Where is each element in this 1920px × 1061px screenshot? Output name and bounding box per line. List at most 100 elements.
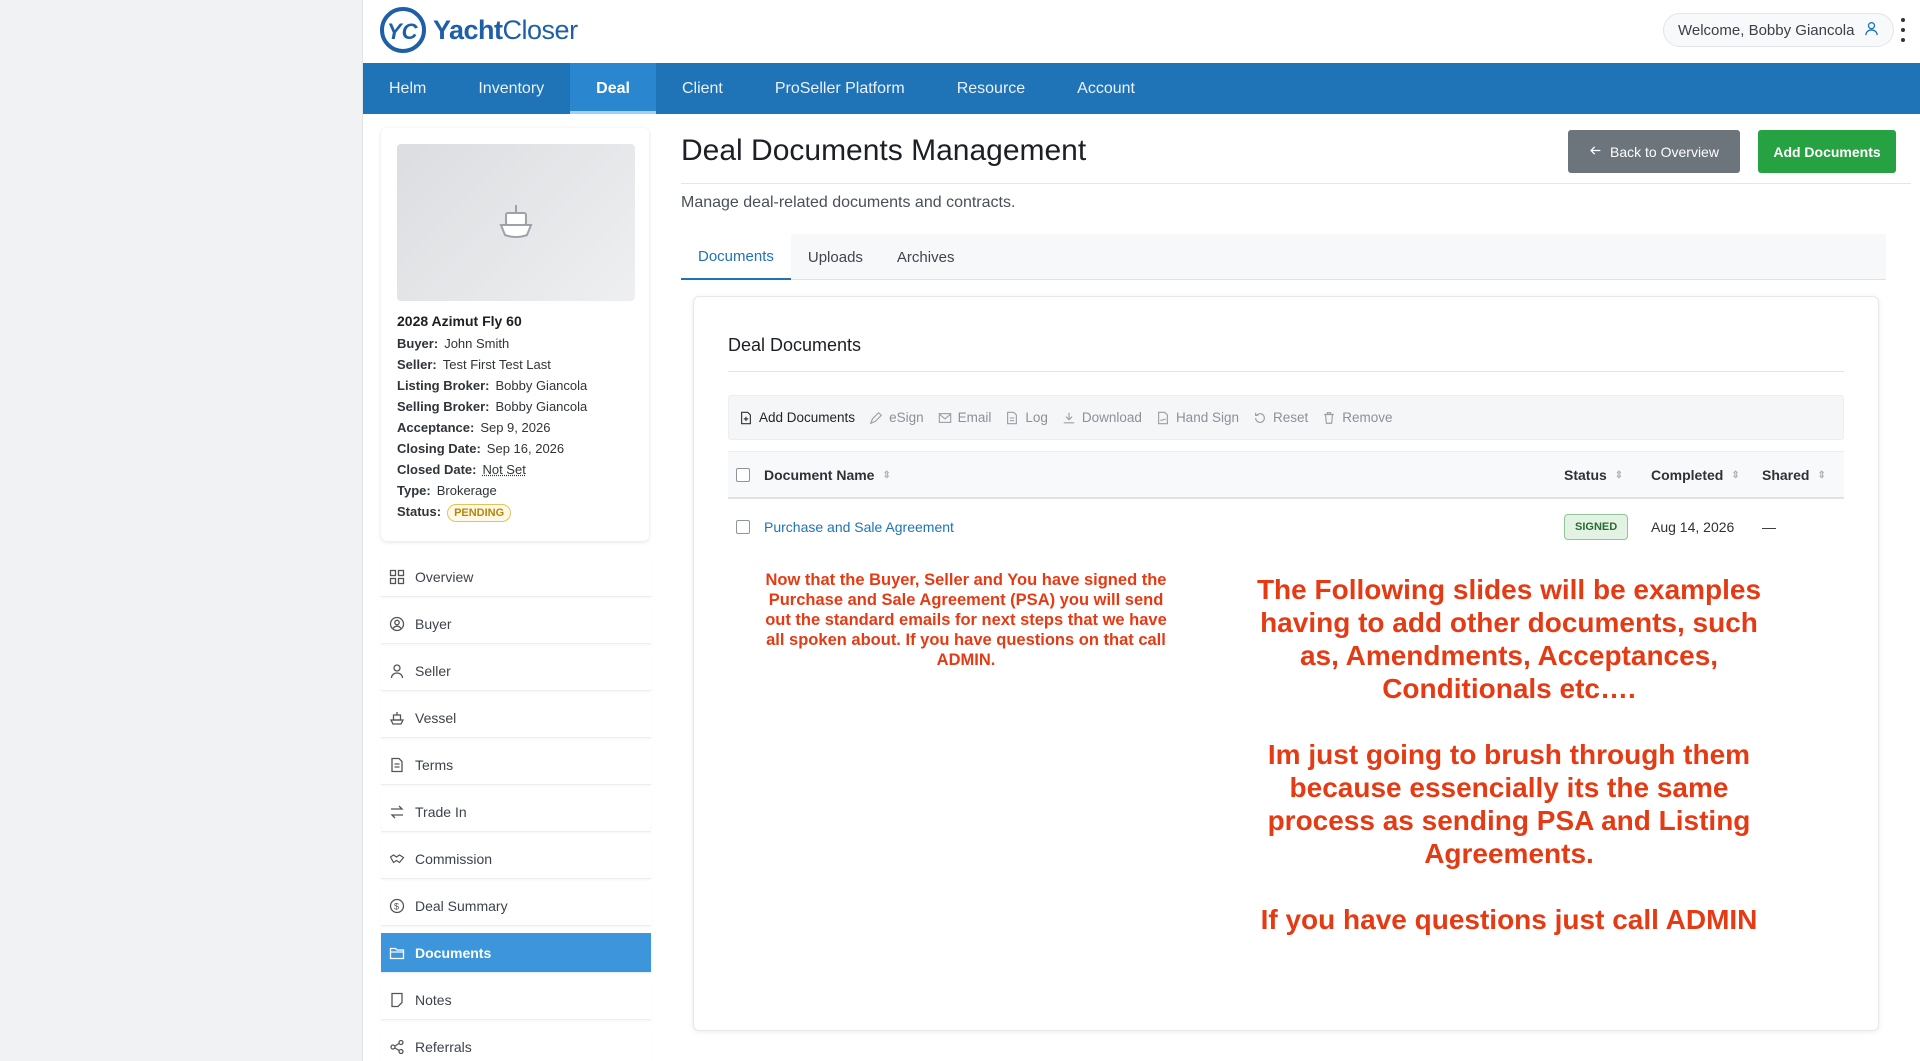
nav-item-client[interactable]: Client	[656, 63, 749, 114]
acceptance-row: Acceptance: Sep 9, 2026	[397, 420, 551, 435]
sidebar-item-deal-summary[interactable]: $ Deal Summary	[381, 886, 651, 926]
sidebar-item-buyer[interactable]: Buyer	[381, 604, 651, 644]
toolbar-hand-sign[interactable]: Hand Sign	[1156, 410, 1239, 425]
vessel-summary-card: 2028 Azimut Fly 60 Buyer: John Smith Sell…	[381, 128, 649, 541]
user-icon	[390, 663, 404, 678]
sort-icon: ⇕	[882, 469, 891, 481]
type-row: Type: Brokerage	[397, 483, 497, 498]
user-circle-icon	[389, 616, 405, 631]
swap-icon	[390, 805, 404, 818]
page-subtitle: Manage deal-related documents and contra…	[681, 194, 1016, 211]
sidebar-item-documents[interactable]: Documents	[381, 933, 651, 973]
vessel-image-placeholder	[397, 144, 635, 301]
toolbar-add-documents[interactable]: Add Documents	[739, 410, 855, 425]
signed-badge: SIGNED	[1564, 513, 1629, 540]
sort-icon: ⇕	[1614, 469, 1624, 481]
user-menu[interactable]: Welcome, Bobby Giancola	[1663, 13, 1895, 47]
nav-item-deal[interactable]: Deal	[570, 63, 656, 114]
table-header: Document Name ⇕ Status ⇕ Completed ⇕ Shared…	[728, 451, 1844, 499]
status-badge: PENDING	[447, 504, 512, 522]
pen-icon	[869, 411, 883, 424]
toolbar-download[interactable]: Download	[1062, 410, 1142, 425]
nav-item-resource[interactable]: Resource	[931, 63, 1051, 114]
tab-archives[interactable]: Archives	[880, 234, 972, 280]
sidebar-item-trade-in[interactable]: Trade In	[381, 792, 651, 832]
nav-item-helm[interactable]: Helm	[363, 63, 452, 114]
nav-item-account[interactable]: Account	[1051, 63, 1161, 114]
annotation-right-2: Im just going to brush through them beca…	[1267, 739, 1751, 869]
logo-text: YachtCloser	[433, 14, 578, 45]
svg-text:$: $	[394, 901, 399, 911]
shared-value: —	[1762, 518, 1776, 535]
toolbar-remove[interactable]: Remove	[1322, 410, 1393, 425]
selling-broker-row: Selling Broker: Bobby Giancola	[397, 399, 588, 414]
page-title: Deal Documents Management	[681, 134, 1087, 167]
add-documents-button[interactable]: Add Documents	[1758, 130, 1896, 173]
header-status[interactable]: Status ⇕	[1564, 467, 1623, 483]
sidebar-item-notes[interactable]: Notes	[381, 980, 651, 1020]
header-completed[interactable]: Completed ⇕	[1651, 467, 1740, 483]
toolbar-reset[interactable]: Reset	[1253, 410, 1308, 425]
status-cell: SIGNED	[1564, 513, 1629, 540]
dollar-icon: $	[389, 898, 405, 913]
deal-documents-card: Deal Documents Add Documents eSign Email…	[693, 296, 1879, 1031]
sidebar-item-commission[interactable]: Commission	[381, 839, 651, 879]
closing-date-row: Closing Date: Sep 16, 2026	[397, 441, 565, 456]
mail-icon	[938, 412, 951, 423]
listing-broker-row: Listing Broker: Bobby Giancola	[397, 378, 588, 393]
handshake-icon	[389, 853, 405, 863]
completed-date: Aug 14, 2026	[1651, 518, 1735, 535]
share-icon	[390, 1039, 404, 1054]
documents-toolbar: Add Documents eSign Email Log Download H…	[728, 395, 1844, 440]
more-options-icon[interactable]	[1900, 18, 1906, 42]
annotation-right: The Following slides will be examples ha…	[1249, 573, 1769, 969]
document-link[interactable]: Purchase and Sale Agreement	[764, 519, 954, 535]
annotation-right-3: If you have questions just call ADMIN	[1260, 904, 1758, 935]
user-icon	[1864, 21, 1879, 40]
status-row: Status: PENDING	[397, 501, 633, 522]
row-checkbox[interactable]	[736, 519, 750, 534]
trash-icon	[1324, 411, 1335, 424]
sidebar-item-vessel[interactable]: Vessel	[381, 698, 651, 738]
header-shared[interactable]: Shared ⇕	[1762, 467, 1826, 483]
grid-icon	[389, 569, 405, 584]
deal-sidebar-menu: Overview Buyer Seller Vessel Terms Trade…	[381, 557, 651, 1061]
table-row: Purchase and Sale Agreement SIGNED Aug 1…	[728, 499, 1844, 554]
select-all-checkbox[interactable]	[736, 467, 750, 482]
ship-icon	[491, 195, 541, 250]
download-icon	[1063, 412, 1075, 423]
folder-open-icon	[389, 947, 405, 959]
nav-item-proseller-platform[interactable]: ProSeller Platform	[749, 63, 931, 114]
arrow-left-icon	[1589, 144, 1602, 160]
buyer-row: Buyer: John Smith	[397, 336, 510, 351]
toolbar-log[interactable]: Log	[1005, 410, 1048, 425]
logo-mark-icon: YC	[379, 6, 431, 54]
sort-icon: ⇕	[1817, 469, 1826, 481]
file-plus-icon	[741, 411, 751, 424]
back-to-overview-button[interactable]: Back to Overview	[1568, 130, 1740, 173]
vessel-title: 2028 Azimut Fly 60	[397, 313, 522, 329]
documents-tabs: Documents Uploads Archives	[681, 234, 1886, 280]
note-icon	[391, 992, 403, 1007]
document-icon	[391, 757, 403, 772]
sidebar-item-terms[interactable]: Terms	[381, 745, 651, 785]
sidebar-item-seller[interactable]: Seller	[381, 651, 651, 691]
log-icon	[1007, 411, 1018, 424]
yachtcloser-logo[interactable]: YC YachtCloser	[379, 6, 578, 54]
title-divider	[681, 183, 1911, 184]
tab-documents[interactable]: Documents	[681, 234, 791, 280]
sidebar-item-referrals[interactable]: Referrals	[381, 1027, 651, 1061]
sidebar-item-overview[interactable]: Overview	[381, 557, 651, 597]
tab-uploads[interactable]: Uploads	[791, 234, 880, 280]
toolbar-esign[interactable]: eSign	[869, 410, 924, 425]
main-nav: Helm Inventory Deal Client ProSeller Pla…	[363, 63, 1920, 114]
app-window: YC YachtCloser Welcome, Bobby Giancola H…	[363, 0, 1920, 1061]
reset-icon	[1255, 412, 1265, 423]
header-document-name[interactable]: Document Name ⇕	[764, 467, 891, 483]
left-gutter	[0, 0, 363, 1061]
seller-row: Seller: Test First Test Last	[397, 357, 551, 372]
nav-item-inventory[interactable]: Inventory	[452, 63, 570, 114]
annotation-left: Now that the Buyer, Seller and You have …	[765, 571, 1167, 669]
ship-icon	[389, 711, 405, 725]
toolbar-email[interactable]: Email	[938, 410, 991, 425]
